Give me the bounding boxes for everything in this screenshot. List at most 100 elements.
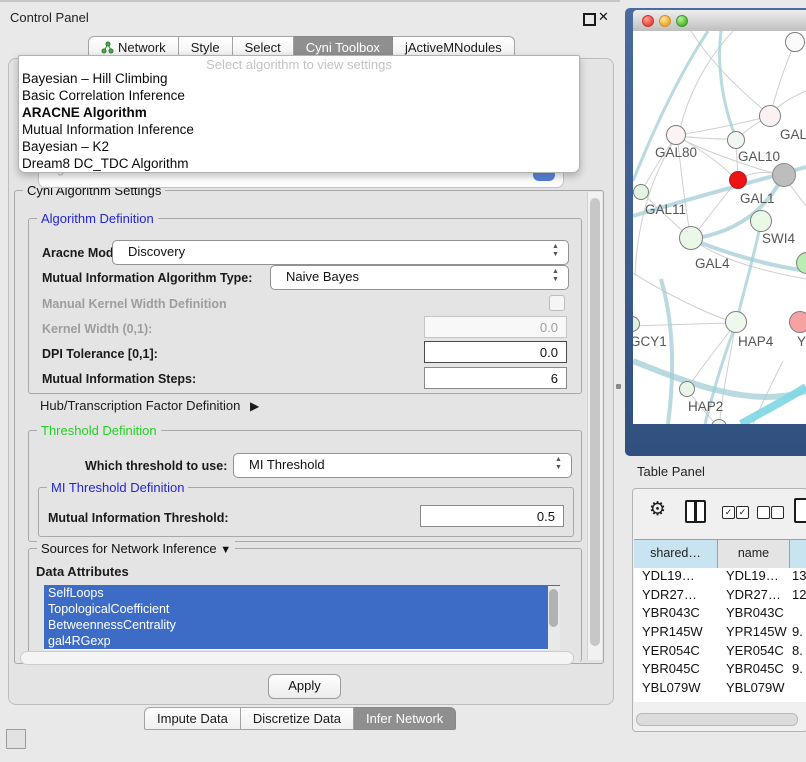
mi-threshold-legend: MI Threshold Definition xyxy=(47,480,188,495)
table-row[interactable]: YLR345WYLR345W9. xyxy=(634,699,806,702)
minimize-traffic-light[interactable] xyxy=(659,15,671,27)
mi-steps-label: Mutual Information Steps: xyxy=(42,372,196,386)
table-row[interactable]: YBR045CYBR045C9. xyxy=(634,661,806,680)
network-node-gal4[interactable] xyxy=(679,226,703,250)
panel-dock-icon[interactable] xyxy=(6,729,26,749)
mi-type-label: Mutual Information Algorithm Type: xyxy=(42,271,252,285)
network-node-swi4[interactable] xyxy=(750,210,772,232)
table-cell: YPR145W xyxy=(718,624,790,643)
manual-kernel-checkbox[interactable] xyxy=(549,295,565,311)
table-cell: 12 xyxy=(790,587,806,606)
table-cell xyxy=(790,680,806,699)
unselect-checkbox-icon[interactable] xyxy=(771,506,784,519)
tab-label: Infer Network xyxy=(366,708,443,729)
node-label: GAL11 xyxy=(645,202,686,217)
table-cell: YPR145W xyxy=(634,624,718,643)
apply-button[interactable]: Apply xyxy=(268,674,341,699)
column-header[interactable]: shared… xyxy=(634,540,718,568)
kernel-width-input[interactable]: 0.0 xyxy=(424,316,567,338)
table-row[interactable]: YDR27…YDR27…12 xyxy=(634,587,806,606)
mi-threshold-input[interactable]: 0.5 xyxy=(420,505,564,527)
select-all-checkbox-icon[interactable]: ✓ xyxy=(736,506,749,519)
mi-type-combobox[interactable]: Naive Bayes ▲▼ xyxy=(270,265,569,290)
gear-icon[interactable]: ⚙ xyxy=(649,498,666,521)
network-node-gal10[interactable] xyxy=(727,131,745,149)
algorithm-option[interactable]: Dream8 DC_TDC Algorithm xyxy=(19,155,579,172)
algorithm-option[interactable]: Mutual Information Inference xyxy=(19,121,579,138)
column-header[interactable] xyxy=(790,540,806,568)
algorithm-option[interactable]: Basic Correlation Inference xyxy=(19,87,579,104)
network-node[interactable] xyxy=(772,163,796,187)
screen: Control Panel ✕ NetworkStyleSelectCyni T… xyxy=(0,0,806,762)
network-node-y[interactable] xyxy=(789,311,806,333)
split-view-icon[interactable] xyxy=(685,500,706,523)
tab-discretize-data[interactable]: Discretize Data xyxy=(241,707,354,730)
select-all-checkbox-icon[interactable]: ✓ xyxy=(722,506,735,519)
settings-hscrollbar[interactable] xyxy=(20,651,574,665)
network-node-gal11[interactable] xyxy=(633,184,649,200)
data-attribute-item[interactable]: gal4RGexp xyxy=(44,633,560,649)
algorithm-option[interactable]: Bayesian – Hill Climbing xyxy=(19,70,579,87)
table-row[interactable]: YER054CYER054C8. xyxy=(634,643,806,662)
network-node[interactable] xyxy=(785,32,805,52)
data-attribute-item[interactable]: SelfLoops xyxy=(44,585,560,601)
table-row[interactable]: YDL19…YDL19…13 xyxy=(634,568,806,587)
network-node-gal1[interactable] xyxy=(729,171,747,189)
attributes-scrollbar[interactable] xyxy=(548,586,560,650)
table-rows[interactable]: YDL19…YDL19…13YDR27…YDR27…12YBR043CYBR04… xyxy=(634,568,806,702)
algorithm-option[interactable]: Bayesian – K2 xyxy=(19,138,579,155)
hub-definition-toggle[interactable]: Hub/Transcription Factor Definition ▶ xyxy=(40,398,259,413)
splitter-handle[interactable] xyxy=(616,384,621,389)
network-window-titlebar[interactable] xyxy=(633,10,806,32)
new-table-icon[interactable] xyxy=(794,498,806,523)
which-threshold-combobox[interactable]: MI Threshold ▲▼ xyxy=(233,453,572,478)
manual-kernel-label: Manual Kernel Width Definition xyxy=(42,297,227,311)
network-view-window: GALGAL80GAL10GAL1GAL11SWI4GAL4GCY1HAP4YH… xyxy=(625,8,806,456)
network-node-hap2[interactable] xyxy=(679,381,695,397)
network-canvas[interactable]: GALGAL80GAL10GAL1GAL11SWI4GAL4GCY1HAP4YH… xyxy=(633,31,806,424)
network-node-gal80[interactable] xyxy=(666,125,686,145)
float-window-icon[interactable] xyxy=(583,13,596,26)
attributes-scrollbar-thumb[interactable] xyxy=(549,589,558,627)
table-hscrollbar[interactable] xyxy=(636,713,798,726)
table-cell xyxy=(790,605,806,624)
data-attributes-list[interactable]: SelfLoopsTopologicalCoefficientBetweenne… xyxy=(44,585,560,650)
dpi-tolerance-input[interactable]: 0.0 xyxy=(424,341,567,363)
sources-legend[interactable]: Sources for Network Inference ▼ xyxy=(37,541,235,556)
network-node-hap4[interactable] xyxy=(725,311,747,333)
table-row[interactable]: YBL079WYBL079W xyxy=(634,680,806,699)
settings-scrollbar-thumb[interactable] xyxy=(590,198,600,646)
node-label: GCY1 xyxy=(633,334,667,349)
threshold-definition-legend: Threshold Definition xyxy=(37,423,161,438)
unselect-checkbox-icon[interactable] xyxy=(757,506,770,519)
close-icon[interactable]: ✕ xyxy=(598,9,609,25)
mi-steps-input[interactable]: 6 xyxy=(424,367,567,389)
aracne-mode-combobox[interactable]: Discovery ▲▼ xyxy=(112,240,569,265)
table-cell: 9. xyxy=(790,624,806,643)
zoom-traffic-light[interactable] xyxy=(676,15,688,27)
data-attribute-item[interactable]: BetweennessCentrality xyxy=(44,617,560,633)
table-cell: YDL19… xyxy=(718,568,790,587)
algorithm-option[interactable]: ARACNE Algorithm xyxy=(19,104,579,121)
mi-threshold-label: Mutual Information Threshold: xyxy=(48,511,229,525)
network-node-gal[interactable] xyxy=(759,105,781,127)
table-cell: 9. xyxy=(790,661,806,680)
node-label: GAL xyxy=(780,127,806,142)
node-label: HAP4 xyxy=(738,334,773,349)
close-traffic-light[interactable] xyxy=(642,15,654,27)
control-panel-title: Control Panel xyxy=(10,10,89,25)
data-attributes-label: Data Attributes xyxy=(36,564,129,579)
settings-scrollbar[interactable] xyxy=(587,192,602,660)
kernel-width-label: Kernel Width (0,1): xyxy=(42,322,152,336)
data-attribute-item[interactable]: TopologicalCoefficient xyxy=(44,601,560,617)
table-cell: YDR27… xyxy=(718,587,790,606)
table-row[interactable]: YPR145WYPR145W9. xyxy=(634,624,806,643)
network-icon xyxy=(101,41,114,54)
tab-infer-network[interactable]: Infer Network xyxy=(354,707,456,730)
node-label: Y xyxy=(797,334,806,349)
tab-impute-data[interactable]: Impute Data xyxy=(144,707,241,730)
column-header[interactable]: name xyxy=(718,540,790,568)
table-cell: YBR045C xyxy=(634,661,718,680)
table-row[interactable]: YBR043CYBR043C xyxy=(634,605,806,624)
table-cell: YBR045C xyxy=(718,661,790,680)
